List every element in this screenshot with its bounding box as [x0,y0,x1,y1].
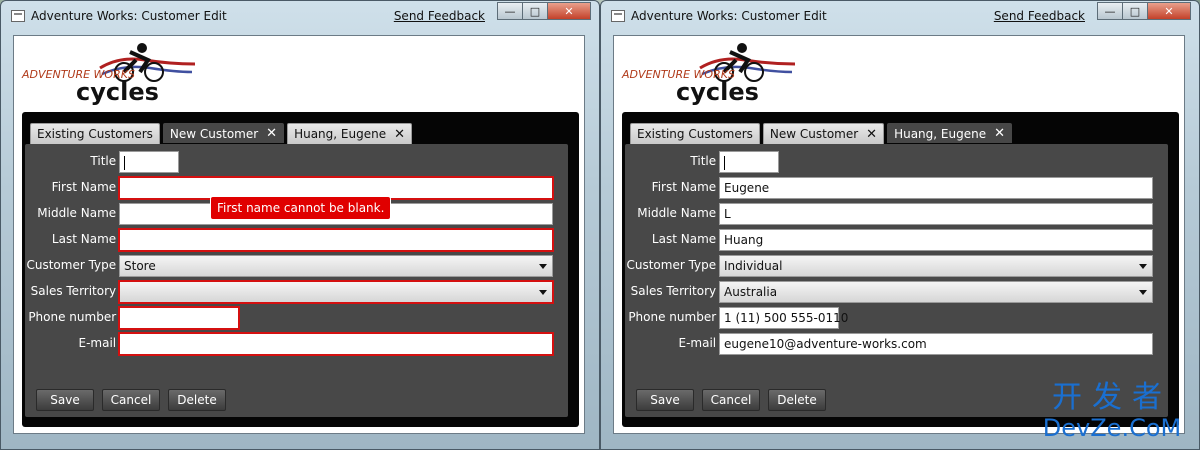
customer-edit-window-right: Adventure Works: Customer Edit Send Feed… [600,0,1200,450]
title-bar[interactable]: Adventure Works: Customer Edit Send Feed… [601,1,1199,31]
adventure-works-logo: ADVENTURE WORKS cycles [621,43,796,106]
tab-label: New Customer [769,127,859,141]
sales-territory-select[interactable] [118,280,554,304]
minimize-icon[interactable]: — [497,2,523,20]
watermark-bottom: DevZe.CoM [1042,414,1182,442]
tab-existing-customers[interactable]: Existing Customers [30,123,160,144]
close-icon[interactable]: ✕ [394,128,405,141]
customer-edit-window-left: Adventure Works: Customer Edit Send Feed… [0,0,600,450]
maximize-icon[interactable]: □ [522,2,548,20]
send-feedback-link[interactable]: Send Feedback [994,9,1085,23]
last-name-field[interactable]: Huang [719,229,1153,251]
first-name-field[interactable]: Eugene [719,177,1153,199]
tab-label: Existing Customers [37,127,153,141]
window-title: Adventure Works: Customer Edit [31,9,227,23]
site-watermark: 开发者 DevZe.CoM [1037,381,1187,443]
maximize-icon[interactable]: □ [1122,2,1148,20]
first-name-label: First Name : [651,180,724,194]
app-window-icon [611,10,625,22]
sales-territory-value: Australia [724,285,778,299]
chevron-down-icon [1139,290,1147,295]
close-icon[interactable]: ✕ [994,127,1005,140]
cancel-button[interactable]: Cancel [102,389,160,411]
customer-panel: Existing Customers New Customer ✕ Huang,… [22,112,579,427]
tab-huang-eugene[interactable]: Huang, Eugene ✕ [287,123,412,144]
delete-button[interactable]: Delete [768,389,826,411]
title-field[interactable] [119,151,179,173]
validation-error-tooltip: First name cannot be blank. [210,196,392,220]
customer-type-select[interactable]: Store [119,255,553,277]
svg-text:cycles: cycles [76,78,159,106]
sales-territory-select[interactable]: Australia [719,281,1153,303]
last-name-label: Last Name : [51,232,124,246]
window-title: Adventure Works: Customer Edit [631,9,827,23]
last-name-label: Last Name : [651,232,724,246]
customer-type-value: Individual [724,259,783,273]
text-caret [124,155,125,170]
tab-new-customer[interactable]: New Customer ✕ [162,123,285,143]
chevron-down-icon [539,290,547,295]
minimize-icon[interactable]: — [1097,2,1123,20]
save-button[interactable]: Save [636,389,694,411]
email-label: E-mail : [678,336,724,350]
email-label: E-mail : [78,336,124,350]
last-name-field[interactable] [118,228,554,252]
customer-type-label: Customer Type : [26,258,124,272]
tab-new-customer[interactable]: New Customer ✕ [762,123,885,144]
svg-text:cycles: cycles [676,78,759,106]
phone-label: Phone number : [628,310,724,324]
title-bar[interactable]: Adventure Works: Customer Edit Send Feed… [1,1,599,31]
window-client-area: ADVENTURE WORKS cycles Existing Customer… [613,35,1185,434]
title-field[interactable] [719,151,779,173]
tab-label: New Customer [169,126,259,141]
close-icon[interactable]: ✕ [547,2,591,20]
tab-label: Huang, Eugene [894,126,987,141]
customer-form: Title : First Name : Middle Name : Last … [25,144,568,417]
customer-form: Title : First Name : Eugene Middle Name … [625,144,1168,417]
tab-huang-eugene[interactable]: Huang, Eugene ✕ [887,123,1012,143]
email-field[interactable]: eugene10@adventure-works.com [719,333,1153,355]
middle-name-label: Middle Name : [37,206,124,220]
chevron-down-icon [539,264,547,269]
close-icon[interactable]: ✕ [266,127,277,140]
sales-territory-label: Sales Territory : [30,284,124,298]
delete-button[interactable]: Delete [168,389,226,411]
app-window-icon [11,10,25,22]
close-icon[interactable]: ✕ [1147,2,1191,20]
middle-name-label: Middle Name : [637,206,724,220]
cancel-button[interactable]: Cancel [702,389,760,411]
tab-strip: Existing Customers New Customer ✕ Huang,… [30,123,415,144]
phone-field[interactable] [118,306,240,330]
tab-existing-customers[interactable]: Existing Customers [630,123,760,144]
customer-type-value: Store [124,259,156,273]
send-feedback-link[interactable]: Send Feedback [394,9,485,23]
customer-type-select[interactable]: Individual [719,255,1153,277]
tab-strip: Existing Customers New Customer ✕ Huang,… [630,123,1015,144]
tab-label: Existing Customers [637,127,753,141]
watermark-top: 开发者 [1052,380,1172,415]
tab-label: Huang, Eugene [294,127,387,141]
window-client-area: ADVENTURE WORKS cycles Existing Customer… [13,35,585,434]
chevron-down-icon [1139,264,1147,269]
save-button[interactable]: Save [36,389,94,411]
text-caret [724,155,725,170]
adventure-works-logo: ADVENTURE WORKS cycles [21,43,196,106]
phone-label: Phone number : [28,310,124,324]
sales-territory-label: Sales Territory : [630,284,724,298]
customer-type-label: Customer Type : [626,258,724,272]
email-field[interactable] [118,332,554,356]
middle-name-field[interactable]: L [719,203,1153,225]
first-name-label: First Name : [51,180,124,194]
close-icon[interactable]: ✕ [866,128,877,141]
phone-field[interactable]: 1 (11) 500 555-0110 [719,307,848,329]
